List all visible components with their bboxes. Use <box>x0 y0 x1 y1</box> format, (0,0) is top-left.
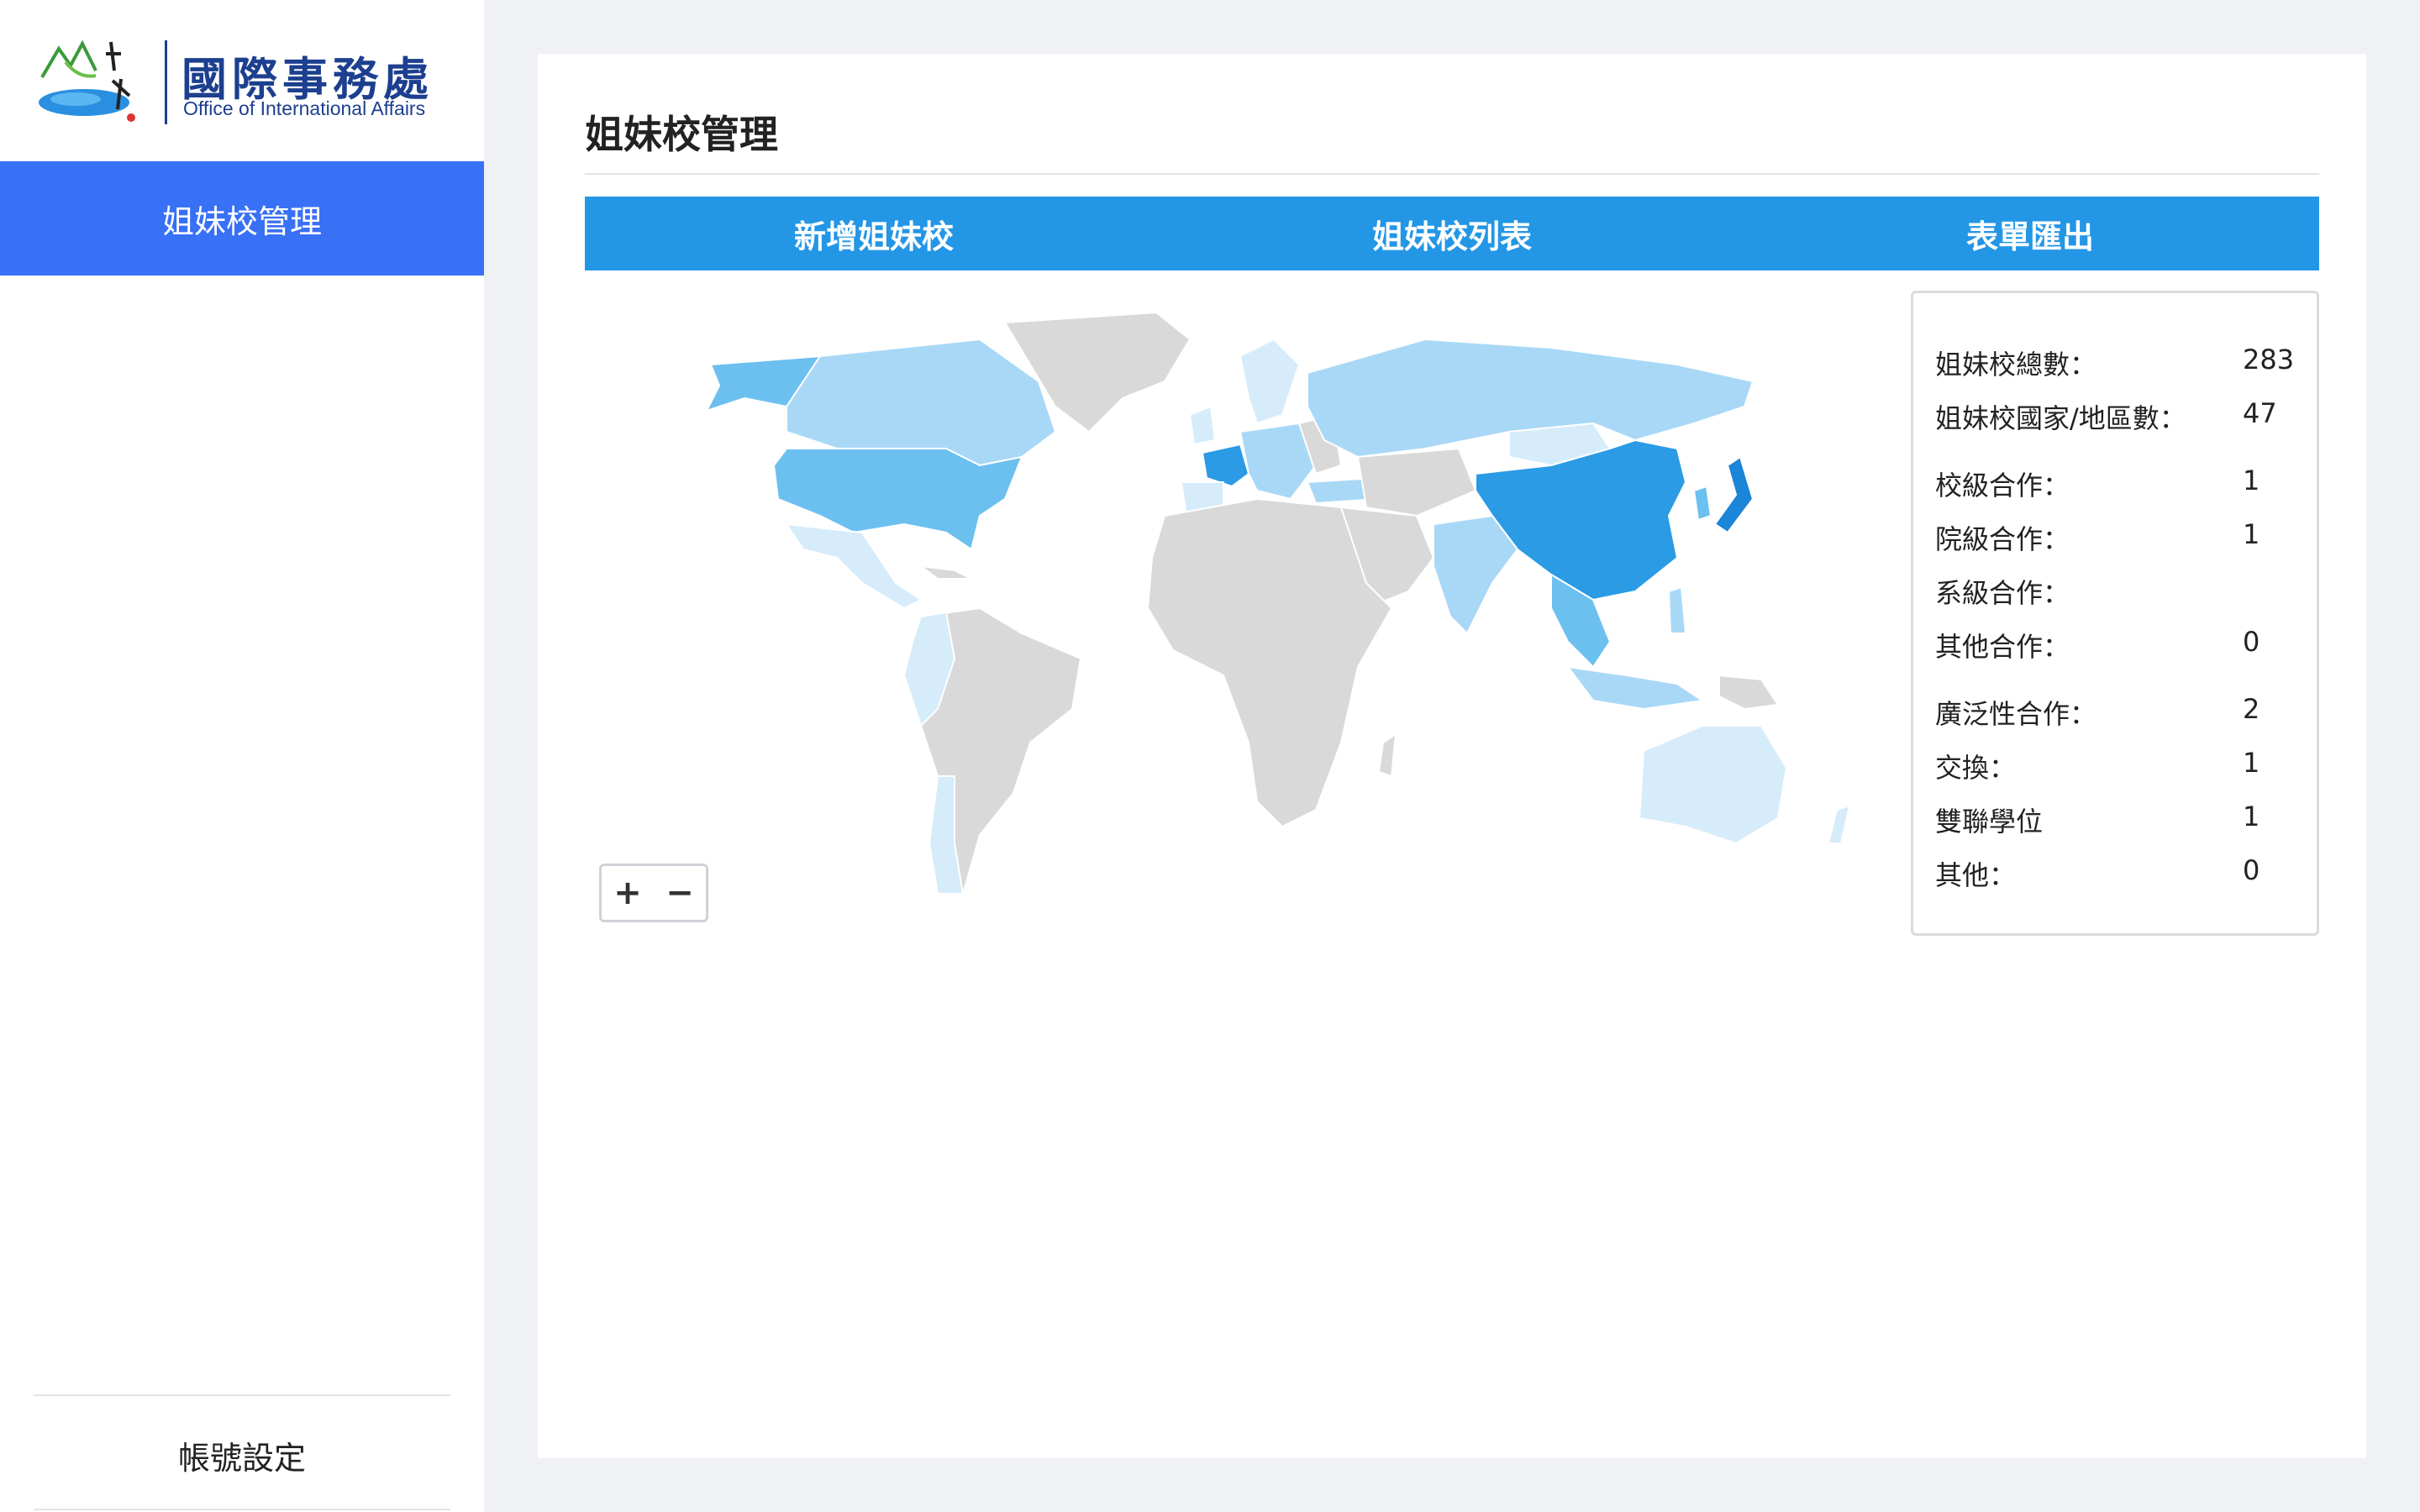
map-region-uk[interactable] <box>1188 405 1217 446</box>
tab-sister-school-list[interactable]: 姐妹校列表 <box>1163 197 1741 270</box>
map-zoom-control: + − <box>599 864 708 922</box>
map-region-philippines[interactable] <box>1667 585 1687 634</box>
stat-value: 1 <box>2243 747 2260 779</box>
sidebar-divider-bottom <box>34 1509 450 1510</box>
stat-row-school-level: 校級合作： 1 <box>1935 465 2296 507</box>
stat-label: 廣泛性合作： <box>1935 698 2097 730</box>
stat-value: 47 <box>2243 397 2277 429</box>
map-region-france[interactable] <box>1201 443 1250 488</box>
stat-row-total: 姐妹校總數： 283 <box>1935 344 2296 386</box>
map-region-china[interactable] <box>1475 438 1687 601</box>
map-region-canada[interactable] <box>786 338 1057 467</box>
map-region-central-asia[interactable] <box>1356 447 1477 517</box>
map-region-png[interactable] <box>1718 674 1780 711</box>
tab-add-sister-school[interactable]: 新增姐妹校 <box>585 197 1163 270</box>
stat-row-other-cooperation: 其他合作： 0 <box>1935 626 2296 668</box>
stat-row-other: 其他： 0 <box>1935 854 2296 896</box>
map-region-scandinavia[interactable] <box>1239 338 1301 425</box>
logo-divider <box>165 40 167 124</box>
map-region-indonesia[interactable] <box>1565 665 1705 711</box>
stat-label: 院級合作： <box>1935 523 2070 555</box>
map-region-caribbean[interactable] <box>918 564 972 580</box>
tab-bar: 新增姐妹校 姐妹校列表 表單匯出 <box>585 197 2319 270</box>
map-region-mexico[interactable] <box>784 522 923 610</box>
stat-value: 1 <box>2243 801 2260 832</box>
stat-row-exchange: 交換： 1 <box>1935 747 2296 789</box>
university-emblem-icon <box>39 39 135 122</box>
stat-row-dual-degree: 雙聯學位 1 <box>1935 801 2296 843</box>
page-title: 姐妹校管理 <box>585 112 778 157</box>
zoom-out-button[interactable]: − <box>654 866 706 920</box>
sidebar-item-label: 姐妹校管理 <box>161 202 322 240</box>
stat-label: 其他： <box>1935 859 2017 891</box>
account-settings-link[interactable]: 帳號設定 <box>0 1398 484 1512</box>
stat-label: 校級合作： <box>1935 470 2070 501</box>
map-region-new-zealand[interactable] <box>1827 804 1851 844</box>
world-map[interactable] <box>585 306 1896 1011</box>
stat-row-general-cooperation: 廣泛性合作： 2 <box>1935 693 2296 735</box>
map-region-africa[interactable] <box>1146 497 1393 828</box>
stat-value: 1 <box>2243 518 2260 550</box>
stat-label: 其他合作： <box>1935 631 2070 663</box>
stat-label: 雙聯學位 <box>1935 806 2044 837</box>
stat-label: 系級合作： <box>1935 577 2070 609</box>
stat-row-countries: 姐妹校國家/地區數： 47 <box>1935 397 2296 439</box>
sidebar-item-sister-school-management[interactable]: 姐妹校管理 <box>0 161 484 276</box>
map-region-japan[interactable] <box>1713 455 1754 534</box>
map-region-australia[interactable] <box>1638 725 1788 845</box>
map-region-madagascar[interactable] <box>1377 732 1397 778</box>
stat-row-college-level: 院級合作： 1 <box>1935 518 2296 560</box>
stat-label: 交換： <box>1935 752 2017 784</box>
sidebar-divider <box>34 1394 450 1396</box>
stat-value: 1 <box>2243 465 2260 496</box>
stat-value: 2 <box>2243 693 2260 725</box>
stat-value: 0 <box>2243 626 2260 658</box>
sidebar: 國際事務處 Office of International Affairs 姐妹… <box>0 0 484 1512</box>
tab-form-export[interactable]: 表單匯出 <box>1741 197 2319 270</box>
stats-panel: 姐妹校總數： 283 姐妹校國家/地區數： 47 校級合作： 1 院級合作： 1… <box>1911 291 2319 936</box>
title-divider <box>585 173 2319 175</box>
account-settings-label: 帳號設定 <box>177 1439 306 1477</box>
stat-value: 283 <box>2243 344 2295 375</box>
logo[interactable]: 國際事務處 Office of International Affairs <box>37 37 449 129</box>
stat-value: 0 <box>2243 854 2260 886</box>
stat-label: 姐妹校國家/地區數： <box>1935 402 2186 434</box>
zoom-in-button[interactable]: + <box>602 866 654 920</box>
stat-label: 姐妹校總數： <box>1935 349 2097 381</box>
logo-subtitle: Office of International Affairs <box>183 97 426 119</box>
stat-row-department-level: 系級合作： <box>1935 572 2296 614</box>
map-region-korea[interactable] <box>1692 485 1712 522</box>
